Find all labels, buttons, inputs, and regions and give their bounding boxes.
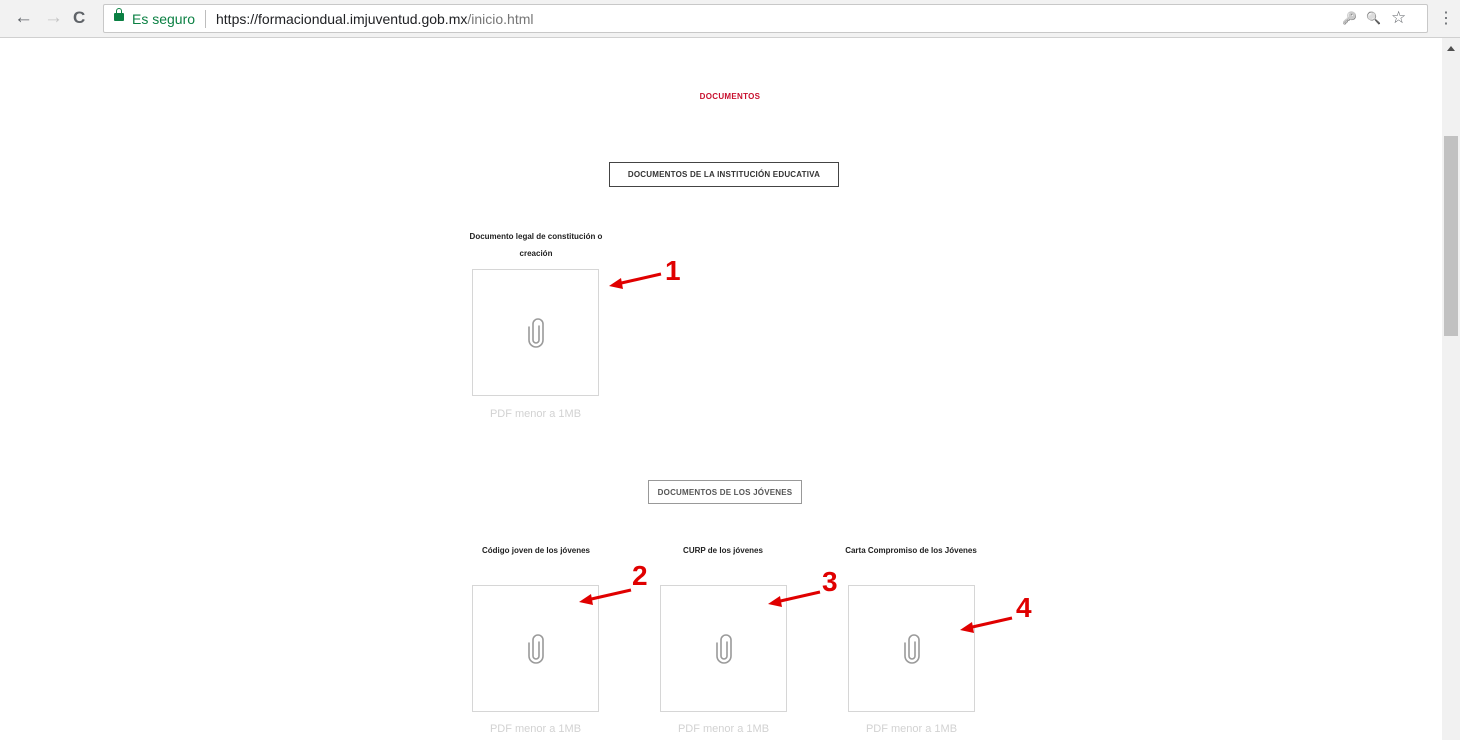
forward-arrow-icon[interactable]: → <box>44 7 63 29</box>
codigo-joven-label: Código joven de los jóvenes <box>481 546 591 555</box>
annotation-arrow-1-icon <box>609 272 662 289</box>
legal-document-label: Documento legal de constitución o creaci… <box>469 232 603 258</box>
zoom-icon[interactable]: 🔍 <box>1366 11 1381 25</box>
annotation-arrow-4-icon <box>960 616 1013 633</box>
address-separator <box>205 10 206 28</box>
institution-documents-button[interactable]: DOCUMENTOS DE LA INSTITUCIÓN EDUCATIVA <box>609 162 839 187</box>
curp-hint: PDF menor a 1MB <box>677 723 770 735</box>
page-title: DOCUMENTOS <box>699 92 761 101</box>
lock-icon <box>114 8 124 21</box>
scroll-up-arrow-icon[interactable] <box>1447 46 1455 51</box>
vertical-scrollbar[interactable] <box>1442 38 1460 740</box>
paperclip-icon <box>527 633 544 664</box>
reload-icon[interactable]: C <box>73 7 85 29</box>
url-host: https://formaciondual.imjuventud.gob.mx <box>216 11 468 27</box>
carta-compromiso-label: Carta Compromiso de los Jóvenes <box>845 546 977 555</box>
annotation-number-3: 3 <box>822 566 838 597</box>
youth-documents-button[interactable]: DOCUMENTOS DE LOS JÓVENES <box>648 480 802 504</box>
annotation-arrow-3-icon <box>768 590 821 607</box>
codigo-joven-hint: PDF menor a 1MB <box>489 723 582 735</box>
paperclip-icon <box>715 633 732 664</box>
key-icon[interactable]: 🔑 <box>1342 11 1357 25</box>
paperclip-icon <box>903 633 920 664</box>
legal-document-upload[interactable] <box>472 269 599 396</box>
annotation-number-2: 2 <box>632 560 648 591</box>
paperclip-icon <box>527 317 544 348</box>
carta-compromiso-upload[interactable] <box>848 585 975 712</box>
annotation-number-1: 1 <box>665 255 681 286</box>
legal-document-hint: PDF menor a 1MB <box>489 408 582 420</box>
annotation-number-4: 4 <box>1016 592 1032 623</box>
bookmark-star-icon[interactable]: ☆ <box>1391 8 1406 28</box>
secure-label[interactable]: Es seguro <box>132 11 195 27</box>
browser-toolbar: ← → C Es seguro https://formaciondual.im… <box>0 0 1460 38</box>
url-text[interactable]: https://formaciondual.imjuventud.gob.mx/… <box>216 11 534 27</box>
scrollbar-thumb[interactable] <box>1444 136 1458 336</box>
browser-menu-icon[interactable]: ⋮ <box>1438 8 1454 28</box>
carta-compromiso-hint: PDF menor a 1MB <box>865 723 958 735</box>
back-arrow-icon[interactable]: ← <box>14 7 33 29</box>
annotation-arrow-2-icon <box>579 588 632 605</box>
curp-label: CURP de los jóvenes <box>683 546 763 555</box>
address-bar[interactable]: Es seguro https://formaciondual.imjuvent… <box>103 4 1428 33</box>
url-path: /inicio.html <box>467 11 534 27</box>
